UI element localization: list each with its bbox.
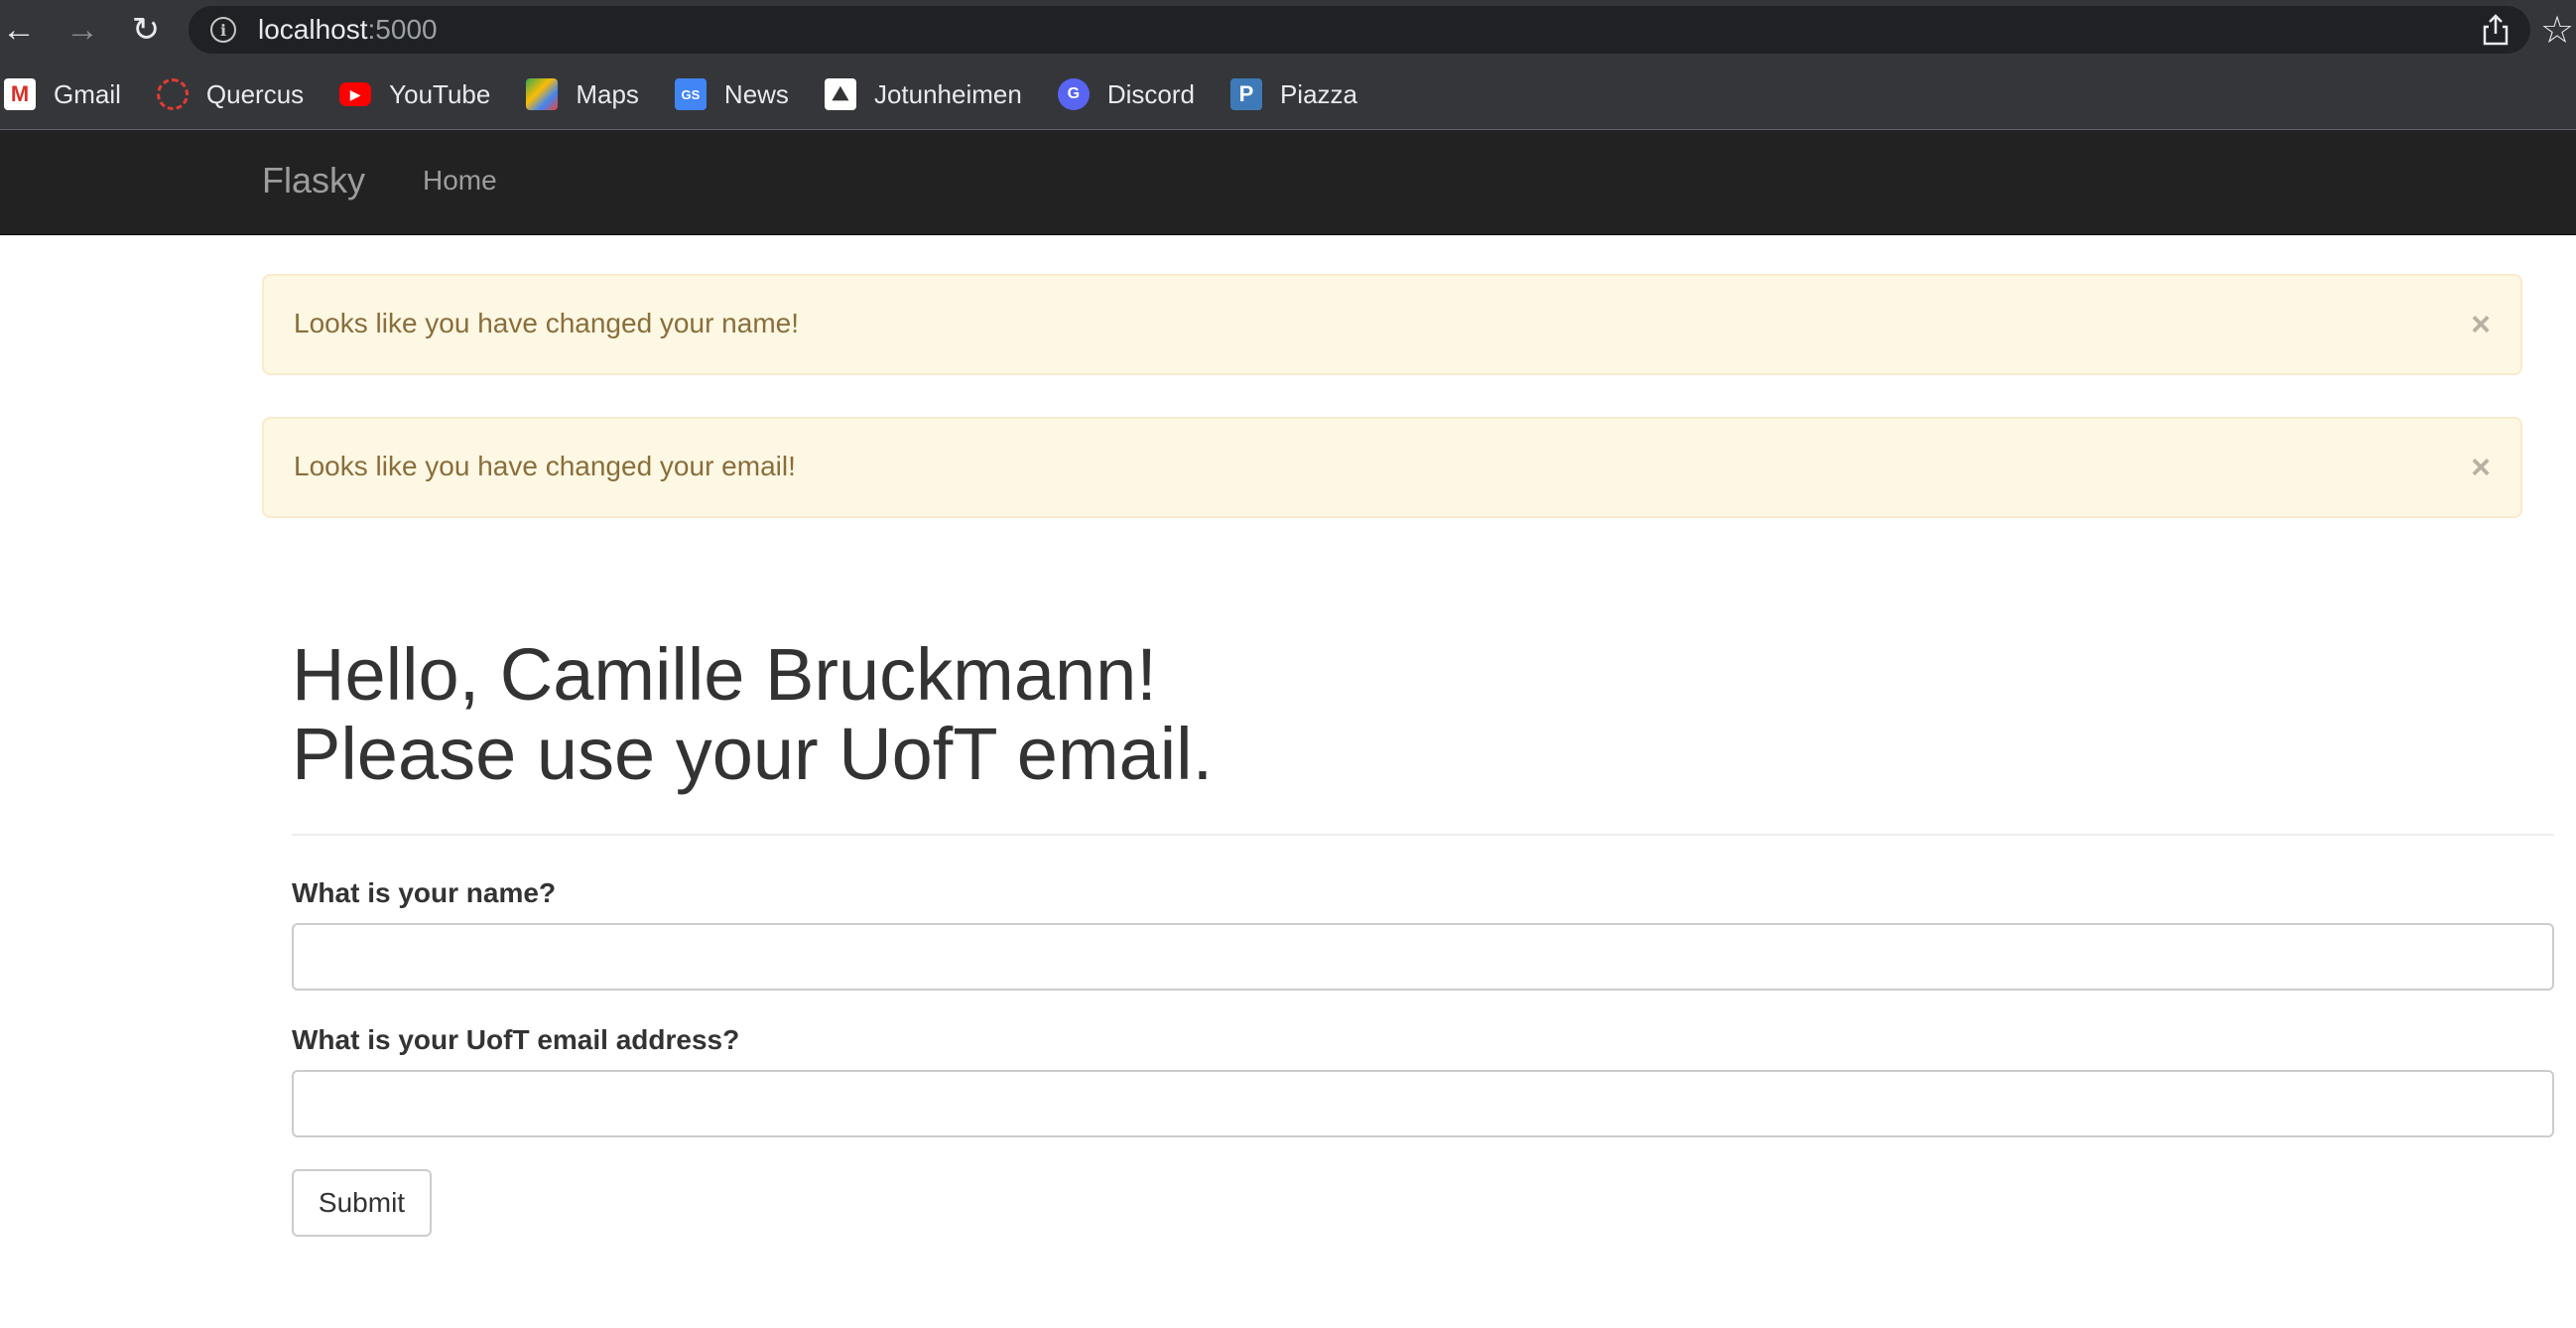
share-icon[interactable]	[2481, 14, 2511, 46]
maps-icon	[526, 78, 559, 110]
url-text[interactable]: localhost:5000	[258, 14, 438, 46]
back-arrow-icon[interactable]: ←	[0, 0, 44, 60]
page-title: Hello, Camille Bruckmann! Please use you…	[292, 635, 2554, 794]
close-icon[interactable]: ×	[2471, 449, 2491, 487]
forward-arrow-icon[interactable]: →	[58, 0, 107, 60]
email-input[interactable]	[292, 1070, 2554, 1137]
site-info-icon[interactable]: i	[210, 17, 236, 43]
name-label: What is your name?	[292, 877, 557, 908]
gmail-icon: M	[4, 78, 36, 110]
greeting-line: Hello, Camille Bruckmann!	[292, 633, 1157, 716]
quercus-icon	[156, 78, 189, 110]
bookmark-gmail[interactable]: M Gmail	[4, 78, 121, 110]
bookmark-label: YouTube	[389, 78, 491, 109]
instruction-line: Please use your UofT email.	[292, 713, 1214, 795]
jotunheimen-icon: ⛰	[824, 78, 856, 110]
url-host: localhost	[258, 14, 368, 45]
news-icon: GS	[674, 78, 707, 110]
bookmark-label: Maps	[576, 78, 639, 109]
bookmark-star-icon[interactable]: ☆	[2540, 8, 2574, 53]
bookmark-label: News	[723, 78, 789, 109]
name-input[interactable]	[292, 923, 2554, 991]
reload-icon[interactable]: ↻	[121, 0, 171, 60]
address-bar[interactable]: i localhost:5000	[189, 6, 2530, 54]
bookmarks-bar: M Gmail Quercus ▶ YouTube Maps GS News ⛰…	[0, 60, 2576, 130]
url-port: :5000	[367, 14, 438, 45]
close-icon[interactable]: ×	[2471, 306, 2491, 344]
bookmark-discord[interactable]: G Discord	[1057, 78, 1195, 110]
bookmark-piazza[interactable]: P Piazza	[1229, 78, 1358, 110]
flash-alert-email: Looks like you have changed your email! …	[262, 417, 2522, 518]
bookmark-label: Quercus	[205, 78, 305, 109]
bookmark-quercus[interactable]: Quercus	[156, 78, 305, 110]
bookmark-label: Discord	[1106, 78, 1195, 109]
submit-button[interactable]: Submit	[292, 1169, 432, 1237]
bookmark-label: Jotunheimen	[873, 78, 1022, 109]
bookmark-label: Piazza	[1279, 78, 1358, 109]
flash-alert-name: Looks like you have changed your name! ×	[262, 274, 2522, 375]
bookmark-maps[interactable]: Maps	[526, 78, 639, 110]
bookmark-jotunheimen[interactable]: ⛰ Jotunheimen	[824, 78, 1022, 110]
nav-home-link[interactable]: Home	[423, 165, 497, 197]
browser-toolbar: ← → ↻ i localhost:5000 ☆	[0, 0, 2576, 60]
bookmark-youtube[interactable]: ▶ YouTube	[339, 79, 490, 110]
email-label: What is your UofT email address?	[292, 1024, 740, 1055]
bookmark-label: Gmail	[54, 78, 121, 109]
alert-message: Looks like you have changed your name!	[294, 308, 799, 338]
piazza-icon: P	[1229, 78, 1262, 110]
page-header: Hello, Camille Bruckmann! Please use you…	[292, 635, 2554, 836]
navbar-brand[interactable]: Flasky	[262, 160, 365, 201]
bookmark-news[interactable]: GS News	[674, 78, 789, 110]
alert-message: Looks like you have changed your email!	[294, 451, 796, 481]
app-navbar: Flasky Home	[0, 130, 2576, 235]
youtube-icon: ▶	[339, 82, 372, 106]
discord-icon: G	[1057, 78, 1090, 110]
